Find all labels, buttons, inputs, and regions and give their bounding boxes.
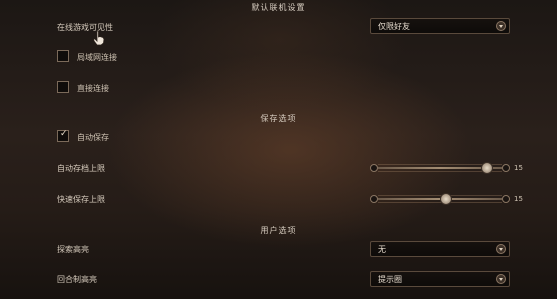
hand-cursor-icon (92, 30, 105, 46)
explore-highlight-dropdown[interactable]: 无 (370, 241, 510, 257)
slider-right-cap (502, 164, 510, 172)
lan-label: 局域网连接 (77, 53, 117, 62)
checkmark-icon: ✓ (60, 129, 68, 139)
chevron-down-icon[interactable] (496, 21, 506, 31)
explore-highlight-label: 探索高亮 (57, 245, 89, 254)
user-options-title: 用户选项 (260, 226, 297, 235)
quicksave-limit-slider[interactable] (370, 193, 510, 205)
autosave-label: 自动保存 (77, 133, 109, 142)
save-options-title: 保存选项 (260, 114, 297, 123)
turn-highlight-value: 提示圈 (378, 275, 402, 284)
direct-connect-checkbox[interactable] (57, 81, 69, 93)
turn-highlight-label: 回合制高亮 (57, 275, 97, 284)
visibility-value: 仅限好友 (378, 22, 410, 31)
visibility-dropdown[interactable]: 仅限好友 (370, 18, 510, 34)
slider-left-cap (370, 195, 378, 203)
slider-knob[interactable] (481, 162, 494, 174)
quicksave-limit-label: 快速保存上限 (57, 195, 105, 204)
turn-highlight-dropdown[interactable]: 提示圈 (370, 271, 510, 287)
direct-connect-label: 直接连接 (77, 84, 109, 93)
autosave-limit-value: 15 (514, 164, 523, 172)
online-settings-screen: 默认联机设置 在线游戏可见性 仅限好友 局域网连接 直接连接 保存选项 ✓ 自动… (0, 0, 557, 299)
chevron-down-icon[interactable] (496, 274, 506, 284)
autosave-limit-slider[interactable] (370, 162, 510, 174)
slider-left-cap (370, 164, 378, 172)
slider-right-cap (502, 195, 510, 203)
autosave-checkbox[interactable]: ✓ (57, 129, 69, 142)
chevron-down-icon[interactable] (496, 244, 506, 254)
slider-knob[interactable] (440, 193, 453, 205)
quicksave-limit-value: 15 (514, 195, 523, 203)
page-title: 默认联机设置 (251, 3, 306, 12)
lan-checkbox[interactable] (57, 50, 69, 62)
explore-highlight-value: 无 (378, 245, 386, 254)
autosave-limit-label: 自动存档上限 (57, 164, 105, 173)
